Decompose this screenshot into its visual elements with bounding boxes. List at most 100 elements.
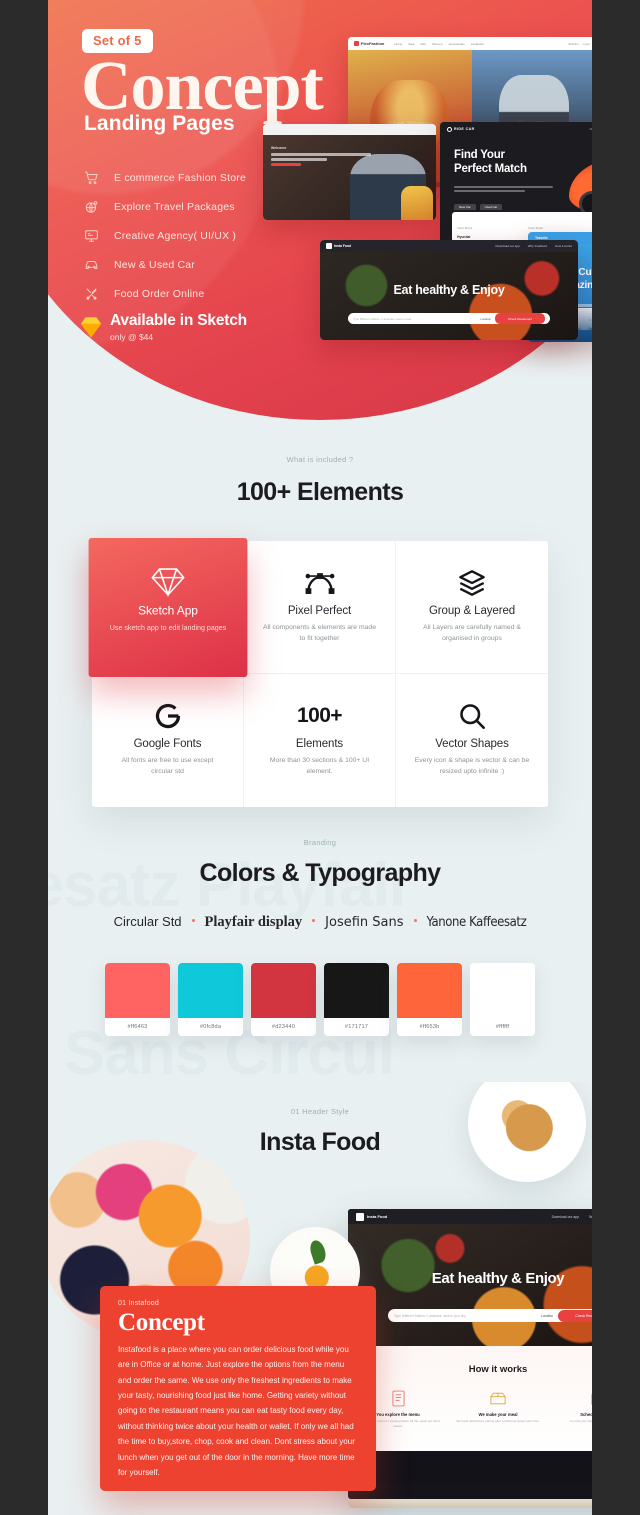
mockup-travel-to-field[interactable]: To Bangkok xyxy=(589,308,592,331)
how-it-works-step: Schedule delivery You find your best tim… xyxy=(548,1387,592,1430)
separator-dot-icon xyxy=(191,919,195,922)
feature-card-heading: Group & Layered xyxy=(428,605,516,617)
mockup-food-location[interactable]: Location xyxy=(480,317,491,321)
hundred-plus-text: 100+ xyxy=(258,696,381,736)
available-in-sketch: Available in Sketch only @ $44 xyxy=(80,312,247,342)
how-it-works-step: We make your meal We hand picked their p… xyxy=(448,1387,548,1430)
mockup-fashion-utility: Wishlist Login xyxy=(568,41,590,46)
mockup-car-heading: Find Your Perfect Match xyxy=(454,149,527,175)
mockup-car-tabs[interactable]: New Car Used Car xyxy=(454,204,503,210)
mockup-food-logo: Insta Food xyxy=(326,243,351,249)
bezier-pen-icon xyxy=(258,563,381,603)
hero-subtitle: Landing Pages xyxy=(84,112,235,135)
feature-card-elements[interactable]: 100+ Elements More than 30 sections & 10… xyxy=(244,674,396,807)
insta-title: Insta Food xyxy=(259,1128,381,1156)
color-swatch[interactable]: #171717 xyxy=(324,963,389,1036)
mockup-car-description xyxy=(454,186,553,194)
color-swatch[interactable]: #ffffff xyxy=(470,963,535,1036)
instafood-footer xyxy=(348,1451,592,1483)
hero-feature-label: E commerce Fashion Store xyxy=(114,171,247,184)
google-g-icon xyxy=(106,696,229,736)
feature-card-heading: Pixel Perfect xyxy=(287,605,352,617)
layers-icon xyxy=(410,563,534,603)
color-hex-label: #0fc8da xyxy=(199,1024,222,1030)
color-hex-label: #171717 xyxy=(344,1024,369,1030)
hero-feature-label: Food Order Online xyxy=(114,287,205,300)
step-title: Schedule delivery xyxy=(580,1412,592,1417)
mockup-instafood-site[interactable]: Insta Food Download our app Why Instafoo… xyxy=(348,1209,592,1499)
feature-card-desc: All components & elements are made to fi… xyxy=(263,624,376,642)
fork-knife-icon xyxy=(84,285,106,302)
concept-card-body: Instafood is a place where you can order… xyxy=(118,1345,355,1477)
color-hex-label: #ff653b xyxy=(419,1024,440,1030)
instafood-location[interactable]: Location xyxy=(541,1314,553,1318)
step-desc: You find your best time slot and we deli… xyxy=(569,1419,592,1423)
mockup-creative-agency[interactable]: Welcome xyxy=(263,124,436,220)
hero-section: Set of 5 Concept Landing Pages E commerc… xyxy=(48,0,592,420)
insta-eyebrow: 01 Header Style xyxy=(290,1107,350,1116)
instafood-how-it-works: How it works You explore the menu Sample… xyxy=(348,1346,592,1451)
mockup-car-nav: New Car Used Car Sell Car About Us xyxy=(589,127,592,131)
font-name-josefin-sans: Josefin Sans xyxy=(325,915,404,930)
color-chip xyxy=(178,963,243,1018)
instafood-search-bar[interactable]: Type Different Station / Landmark, area … xyxy=(388,1309,592,1322)
color-swatch[interactable]: #0fc8da xyxy=(178,963,243,1036)
feature-card-heading: Elements xyxy=(295,738,344,750)
hero-feature-label: Explore Travel Packages xyxy=(114,200,235,213)
mockup-car-brand-field[interactable]: Select Brand Hyundai xyxy=(457,216,523,239)
color-swatch[interactable]: #d23440 xyxy=(251,963,316,1036)
feature-card-desc: Every icon & shape is vector & can be re… xyxy=(414,757,530,775)
color-hex-label: #ff6463 xyxy=(127,1024,148,1030)
instafood-nav: Download our app Why Instafood How it wo… xyxy=(551,1214,592,1219)
feature-card-group-layered[interactable]: Group & Layered All Layers are carefully… xyxy=(396,541,548,674)
how-it-works-title: How it works xyxy=(468,1364,528,1375)
elements-count-value: 100+ xyxy=(297,704,343,727)
font-list: Circular Std Playfair display Josefin Sa… xyxy=(48,914,592,931)
instafood-search-placeholder: Type Different Station / Landmark, area … xyxy=(394,1313,466,1318)
sketch-diamond-icon xyxy=(80,315,102,340)
instafood-search-button[interactable]: Check Restaurant xyxy=(558,1309,592,1322)
instafood-navbar: Insta Food Download our app Why Instafoo… xyxy=(348,1209,592,1224)
mockup-food-search-bar[interactable]: Type Different Station / Landmark, area … xyxy=(348,313,550,324)
concept-description-card: 01 Instafood Concept Instafood is a plac… xyxy=(100,1286,376,1491)
magnifier-icon xyxy=(410,696,534,736)
feature-card-vector-shapes[interactable]: Vector Shapes Every icon & shape is vect… xyxy=(396,674,548,807)
mockup-car-logo: RIDE CAR xyxy=(447,126,475,132)
hero-feature-label: New & Used Car xyxy=(114,258,195,271)
feature-card-google-fonts[interactable]: Google Fonts All fonts are free to use e… xyxy=(92,674,244,807)
font-name-yanone-kaffeesatz: Yanone Kaffeesatz xyxy=(426,915,527,930)
color-swatch[interactable]: #ff6463 xyxy=(105,963,170,1036)
mockup-food-search-placeholder: Type Different Station / Landmark, area … xyxy=(353,316,412,321)
feature-card-desc: All fonts are free to use except circula… xyxy=(121,757,214,775)
feature-card-desc: All Layers are carefully named & organis… xyxy=(423,624,521,642)
color-swatch-list: #ff6463 #0fc8da #d23440 #171717 #ff653b … xyxy=(48,963,592,1036)
instafood-logo: Insta Food xyxy=(356,1212,387,1221)
mockup-agency-navbar xyxy=(263,124,436,135)
font-name-circular-std: Circular Std xyxy=(113,914,182,929)
sketch-price: only @ $44 xyxy=(110,332,154,342)
mockup-fashion-logo: FlexFashion xyxy=(354,41,384,46)
sketch-title: Available in Sketch xyxy=(110,312,247,329)
branding-section: eesatz Playfair Sans Circul Branding Col… xyxy=(48,838,592,1088)
step-desc: We hand picked their pairing after a del… xyxy=(456,1419,540,1423)
elements-eyebrow: What is included ? xyxy=(286,455,354,464)
text-placeholder-line xyxy=(454,186,553,188)
mockup-food-order[interactable]: Insta Food Download our app Why Instafoo… xyxy=(320,240,578,340)
text-placeholder-line xyxy=(271,163,302,166)
feature-card-sketch-app[interactable]: Sketch App Use sketch app to edit landin… xyxy=(88,538,248,677)
branding-title: Colors & Typography xyxy=(199,859,442,887)
concept-card-eyebrow: 01 Instafood xyxy=(118,1300,159,1307)
mockup-food-search-button[interactable]: Check Restaurant xyxy=(495,313,545,324)
color-chip xyxy=(105,963,170,1018)
separator-dot-icon xyxy=(413,919,417,922)
shopping-cart-icon xyxy=(84,169,106,186)
color-swatch[interactable]: #ff653b xyxy=(397,963,462,1036)
mockup-agency-eyebrow: Welcome xyxy=(271,146,287,150)
mockup-agency-hero: Welcome xyxy=(263,135,436,220)
branding-eyebrow: Branding xyxy=(303,838,337,847)
text-placeholder-line xyxy=(454,190,526,192)
mockup-fashion-nav: Home Sale Men Women Accessories Lookbook xyxy=(394,41,484,46)
meal-box-icon xyxy=(454,1387,542,1409)
mockup-agency-carousel-dots[interactable] xyxy=(418,209,429,213)
feature-card-pixel-perfect[interactable]: Pixel Perfect All components & elements … xyxy=(244,541,396,674)
